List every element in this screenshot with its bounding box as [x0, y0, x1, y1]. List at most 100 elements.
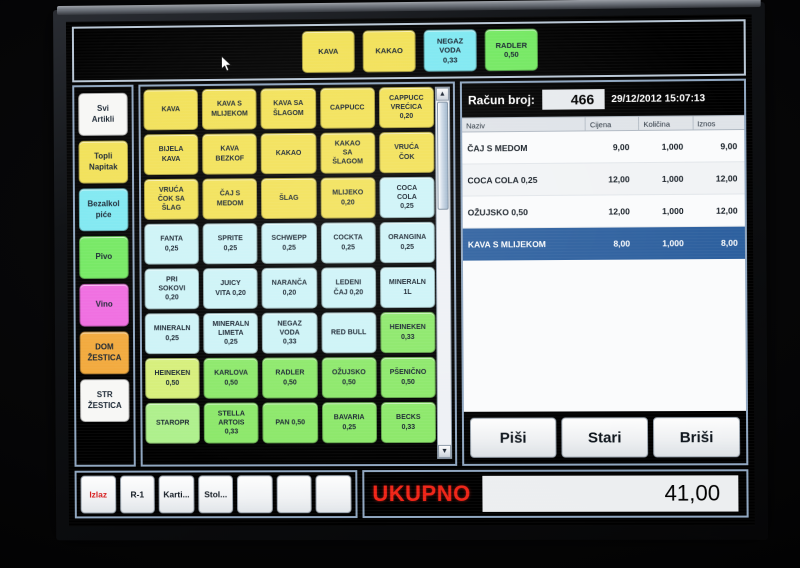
product-button[interactable]: MLIJEKO 0,20: [320, 177, 376, 219]
product-button[interactable]: COCA COLA 0,25: [379, 176, 435, 219]
product-button[interactable]: RADLER 0,50: [262, 357, 318, 399]
product-label: ORANGINA: [388, 234, 427, 242]
receipt-cell-iznos: 9,00: [720, 140, 738, 151]
product-button[interactable]: KAKAO: [261, 132, 317, 175]
category-label: ŽESTICA: [87, 352, 122, 362]
category-button[interactable]: Bezalkol piće: [78, 188, 129, 232]
quick-button[interactable]: KAKAO: [362, 29, 416, 73]
function-button[interactable]: Karti...: [158, 475, 195, 514]
function-button[interactable]: [315, 475, 352, 514]
scroll-down-icon[interactable]: ▼: [438, 444, 452, 458]
function-button[interactable]: [237, 475, 273, 514]
product-label: VREĆICA: [390, 103, 423, 112]
product-button[interactable]: FANTA 0,25: [144, 223, 200, 265]
scrollbar-thumb[interactable]: [436, 101, 449, 210]
product-label: 0,25: [400, 203, 414, 211]
quick-button[interactable]: KAVA: [301, 30, 355, 74]
product-label: COLA: [396, 193, 417, 202]
product-label: 1L: [403, 288, 412, 296]
product-button[interactable]: RED BULL: [321, 312, 377, 354]
column-header-naziv: Naziv: [462, 117, 586, 132]
function-button[interactable]: [276, 475, 313, 514]
receipt-row[interactable]: ČAJ S MEDOM 9,00 1,000 9,00: [462, 130, 745, 165]
receipt-item-list[interactable]: ČAJ S MEDOM 9,00 1,000 9,00 COCA COLA 0,25 12…: [462, 130, 746, 412]
category-button[interactable]: STR ŽESTICA: [79, 379, 130, 423]
product-label: ŠLAGOM: [332, 158, 363, 166]
category-button[interactable]: Pivo: [79, 235, 129, 279]
product-label: 0,25: [341, 243, 355, 251]
receipt-number-value[interactable]: 466: [541, 89, 605, 110]
product-button[interactable]: ORANGINA 0,25: [379, 221, 435, 264]
category-button[interactable]: Vino: [79, 283, 129, 327]
product-button[interactable]: BECKS 0,33: [380, 401, 437, 444]
quick-button[interactable]: RADLER 0,50: [484, 28, 539, 72]
receipt-row[interactable]: COCA COLA 0,25 12,00 1,000 12,00: [462, 162, 745, 197]
product-button[interactable]: PAN 0,50: [262, 402, 318, 444]
product-button[interactable]: KAVA BEZKOF: [202, 133, 258, 175]
category-button[interactable]: Topli Napitak: [78, 140, 129, 184]
product-button[interactable]: PRI SOKOVI 0,20: [144, 268, 200, 310]
product-grid-scrollbar[interactable]: ▲ ▼: [434, 86, 453, 459]
receipt-row[interactable]: KAVA S MLIJEKOM 8,00 1,000 8,00: [462, 226, 746, 261]
product-button[interactable]: KAVA: [143, 89, 199, 131]
product-label: VODA: [279, 329, 300, 337]
product-label: ČOK SA: [157, 195, 185, 203]
product-label: 0,20: [282, 289, 297, 297]
product-button[interactable]: KAVA SA ŠLAGOM: [260, 87, 316, 130]
quick-button-label: 0,50: [503, 49, 519, 60]
product-button[interactable]: JUICY VITA 0,20: [203, 267, 259, 310]
receipt-cell-kolicina: 1,000: [662, 205, 684, 216]
product-button[interactable]: LEDENI ČAJ 0,20: [320, 267, 377, 309]
product-button[interactable]: NEGAZ VODA 0,33: [262, 312, 318, 354]
product-button[interactable]: BIJELA KAVA: [143, 133, 199, 176]
product-button[interactable]: PŠENIČNO 0,50: [380, 356, 436, 399]
receipt-action-stari[interactable]: Stari: [561, 417, 649, 458]
scroll-up-icon[interactable]: ▲: [435, 87, 449, 101]
product-button[interactable]: SCHWEPP 0,25: [261, 222, 317, 264]
product-label: 0,20: [165, 294, 179, 302]
function-button[interactable]: Izlaz: [80, 475, 116, 514]
product-button[interactable]: OŽUJSKO 0,50: [321, 357, 377, 399]
receipt-action-brii[interactable]: Briši: [652, 416, 741, 458]
product-button[interactable]: ŠLAG: [261, 177, 317, 220]
product-button[interactable]: HEINEKEN 0,50: [145, 357, 200, 399]
product-button[interactable]: MINERALN 1L: [379, 266, 436, 309]
product-button[interactable]: COCKTA 0,25: [320, 222, 376, 264]
product-button[interactable]: ČAJ S MEDOM: [202, 178, 258, 220]
product-button[interactable]: VRUĆA ČOK SA ŠLAG: [143, 178, 199, 220]
receipt-row[interactable]: OŽUJSKO 0,50 12,00 1,000 12,00: [462, 194, 745, 229]
category-label: piće: [95, 209, 112, 219]
receipt-cell-kolicina: 1,000: [661, 173, 684, 184]
column-header-cijena: Cijena: [585, 116, 640, 131]
product-label: NEGAZ: [277, 320, 302, 328]
product-button[interactable]: KARLOVA 0,50: [203, 357, 259, 399]
product-button[interactable]: CAPPUCC: [319, 87, 375, 129]
receipt-action-bar: Piši Stari Briši: [463, 410, 747, 464]
function-button[interactable]: Stol...: [197, 475, 234, 514]
quick-button-label: NEGAZ: [436, 36, 464, 46]
product-button[interactable]: KAVA S MLIJEKOM: [201, 88, 258, 130]
category-button[interactable]: Svi Artikli: [78, 92, 128, 136]
receipt-cell-naziv: COCA COLA 0,25: [467, 174, 538, 186]
function-button[interactable]: R-1: [119, 475, 156, 514]
product-button[interactable]: VRUĆA ČOK: [378, 131, 435, 174]
product-label: MINERALN: [212, 320, 250, 328]
product-label: 0,25: [165, 334, 179, 342]
product-button[interactable]: CAPPUCC VREĆICA 0,20: [378, 86, 435, 129]
product-button[interactable]: BAVARIA 0,25: [321, 402, 377, 444]
receipt-action-pii[interactable]: Piši: [469, 417, 557, 458]
product-label: ŠLAG: [161, 204, 182, 212]
product-button[interactable]: KAKAO SA ŠLAGOM: [319, 132, 376, 174]
product-button[interactable]: HEINEKEN 0,33: [380, 311, 436, 354]
product-label: ČAJ 0,20: [333, 288, 364, 296]
product-button[interactable]: MINERALN 0,25: [144, 313, 200, 355]
product-button[interactable]: SPRITE 0,25: [202, 223, 258, 265]
product-label: PŠENIČNO: [389, 369, 427, 377]
category-button[interactable]: DOM ŽESTICA: [79, 331, 130, 375]
product-button[interactable]: STAROPR: [145, 402, 201, 444]
product-button[interactable]: MINERALN LIMETA 0,25: [203, 312, 259, 354]
product-label: LIMETA: [218, 329, 244, 337]
quick-button[interactable]: NEGAZ VODA 0,33: [423, 29, 477, 72]
product-button[interactable]: STELLA ARTOIS 0,33: [203, 402, 259, 444]
product-button[interactable]: NARANČA 0,20: [261, 267, 318, 309]
